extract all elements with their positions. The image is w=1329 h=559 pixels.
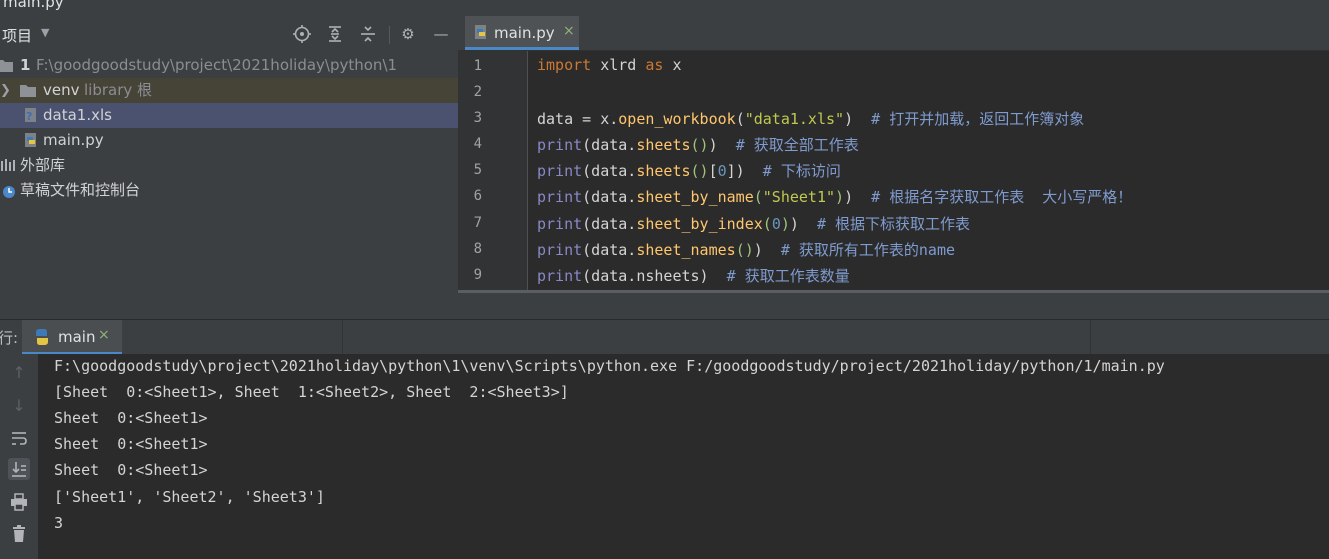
- tree-item-tag: library 根: [84, 81, 153, 99]
- line-number: 9: [473, 267, 482, 283]
- header-divider: [389, 26, 390, 44]
- project-panel: 项目 ▼ ⚙ — 1 F:\goodgoodstudy\project\2021…: [0, 16, 458, 319]
- line-number: 1: [473, 58, 482, 74]
- code-editor: main.py × 1 2 3 4 5 6 7 8 9 import xlrd …: [458, 16, 1329, 319]
- close-icon[interactable]: ×: [563, 23, 575, 39]
- header-divider: [1090, 320, 1091, 355]
- line-number: 5: [473, 162, 482, 178]
- console-line: Sheet 0:<Sheet1>: [54, 461, 208, 479]
- tree-item-label: data1.xls: [43, 106, 112, 124]
- run-panel-label: 行:: [0, 329, 19, 347]
- tree-item-project-root[interactable]: 1 F:\goodgoodstudy\project\2021holiday\p…: [0, 53, 458, 78]
- editor-tab-bar: main.py ×: [458, 16, 1329, 51]
- print-icon[interactable]: [8, 491, 30, 513]
- console-line: ['Sheet1', 'Sheet2', 'Sheet3']: [54, 488, 325, 506]
- console-line: [Sheet 0:<Sheet1>, Sheet 1:<Sheet2>, She…: [54, 383, 569, 401]
- code-comment: # 获取全部工作表: [735, 136, 859, 154]
- tree-item-label: main.py: [43, 131, 104, 149]
- locate-target-icon[interactable]: [292, 24, 312, 44]
- code-line-6[interactable]: print(data.sheet_by_name("Sheet1")) # 根据…: [537, 186, 1132, 207]
- trash-icon[interactable]: [8, 523, 30, 545]
- tree-item-data1-xls[interactable]: ? data1.xls: [0, 103, 458, 128]
- code-comment: # 根据名字获取工作表 大小写严格！: [871, 188, 1133, 206]
- minimize-icon[interactable]: —: [431, 24, 451, 44]
- window-title-bar: main.py: [0, 0, 1329, 16]
- scroll-to-end-icon[interactable]: [8, 458, 30, 480]
- window-title: main.py: [3, 0, 64, 11]
- scratches-icon: [0, 178, 18, 211]
- code-comment: # 下标访问: [762, 162, 841, 180]
- code-line-5[interactable]: print(data.sheets()[0]) # 下标访问: [537, 160, 841, 181]
- run-console-output[interactable]: F:\goodgoodstudy\project\2021holiday\pyt…: [38, 354, 1329, 559]
- chevron-down-icon[interactable]: ▼: [41, 26, 49, 39]
- tree-item-label: 外部库: [20, 156, 66, 174]
- arrow-up-icon[interactable]: ↑: [8, 362, 30, 384]
- code-comment: # 获取所有工作表的name: [780, 241, 956, 259]
- code-line-9[interactable]: print(data.nsheets) # 获取工作表数量: [537, 265, 850, 286]
- line-number: 8: [473, 241, 482, 257]
- line-number: 3: [473, 110, 482, 126]
- editor-tab-label: main.py: [494, 24, 555, 42]
- tree-item-main-py[interactable]: main.py: [0, 128, 458, 153]
- line-number-gutter: 1 2 3 4 5 6 7 8 9: [458, 51, 528, 290]
- soft-wrap-icon[interactable]: [8, 427, 30, 449]
- tree-item-scratches[interactable]: 草稿文件和控制台: [0, 178, 458, 203]
- run-tool-window-header: 行: main ×: [0, 319, 1329, 355]
- tree-item-venv[interactable]: ❯ venv library 根: [0, 78, 458, 103]
- line-number: 7: [473, 215, 482, 231]
- python-file-icon: [473, 23, 489, 47]
- code-line-3[interactable]: data = x.open_workbook("data1.xls") # 打开…: [537, 108, 1084, 129]
- header-divider: [342, 320, 343, 355]
- line-number: 6: [473, 188, 482, 204]
- tree-item-label: 1: [20, 56, 31, 74]
- code-comment: # 根据下标获取工作表: [816, 215, 971, 233]
- tree-item-label: 草稿文件和控制台: [20, 181, 141, 199]
- line-number: 4: [473, 136, 482, 152]
- tree-item-path: F:\goodgoodstudy\project\2021holiday\pyt…: [36, 56, 398, 74]
- project-panel-title[interactable]: 项目: [2, 25, 32, 46]
- code-line-4[interactable]: print(data.sheets()) # 获取全部工作表: [537, 134, 859, 155]
- chevron-right-icon[interactable]: ❯: [0, 78, 11, 103]
- code-comment: # 打开并加载，返回工作簿对象: [871, 110, 1085, 128]
- expand-all-icon[interactable]: [325, 24, 345, 44]
- collapse-all-icon[interactable]: [358, 24, 378, 44]
- console-line: Sheet 0:<Sheet1>: [54, 435, 208, 453]
- gear-icon[interactable]: ⚙: [398, 24, 418, 44]
- run-toolbar: ↑ ↓: [0, 354, 38, 559]
- console-line: F:\goodgoodstudy\project\2021holiday\pyt…: [54, 357, 1165, 375]
- editor-tab-main-py[interactable]: main.py ×: [465, 16, 579, 50]
- close-icon[interactable]: ×: [98, 327, 110, 343]
- arrow-down-icon[interactable]: ↓: [8, 395, 30, 417]
- svg-text:?: ?: [26, 110, 32, 123]
- gutter-divider: [527, 51, 528, 290]
- code-line-1[interactable]: import xlrd as x: [537, 56, 682, 74]
- line-number: 2: [473, 84, 482, 100]
- console-line: 3: [54, 514, 64, 532]
- tree-item-external-libraries[interactable]: 外部库: [0, 153, 458, 178]
- code-line-8[interactable]: print(data.sheet_names()) # 获取所有工作表的name: [537, 239, 955, 260]
- python-logo-icon: [33, 327, 51, 351]
- run-tab-main[interactable]: main ×: [22, 320, 122, 355]
- code-comment: # 获取工作表数量: [726, 267, 850, 285]
- console-line: Sheet 0:<Sheet1>: [54, 409, 208, 427]
- editor-bottom-area: [458, 293, 1329, 319]
- code-line-7[interactable]: print(data.sheet_by_index(0)) # 根据下标获取工作…: [537, 213, 970, 234]
- project-panel-header: 项目 ▼ ⚙ —: [0, 16, 458, 52]
- run-tab-label: main: [58, 328, 96, 346]
- tree-item-label: venv: [43, 81, 80, 99]
